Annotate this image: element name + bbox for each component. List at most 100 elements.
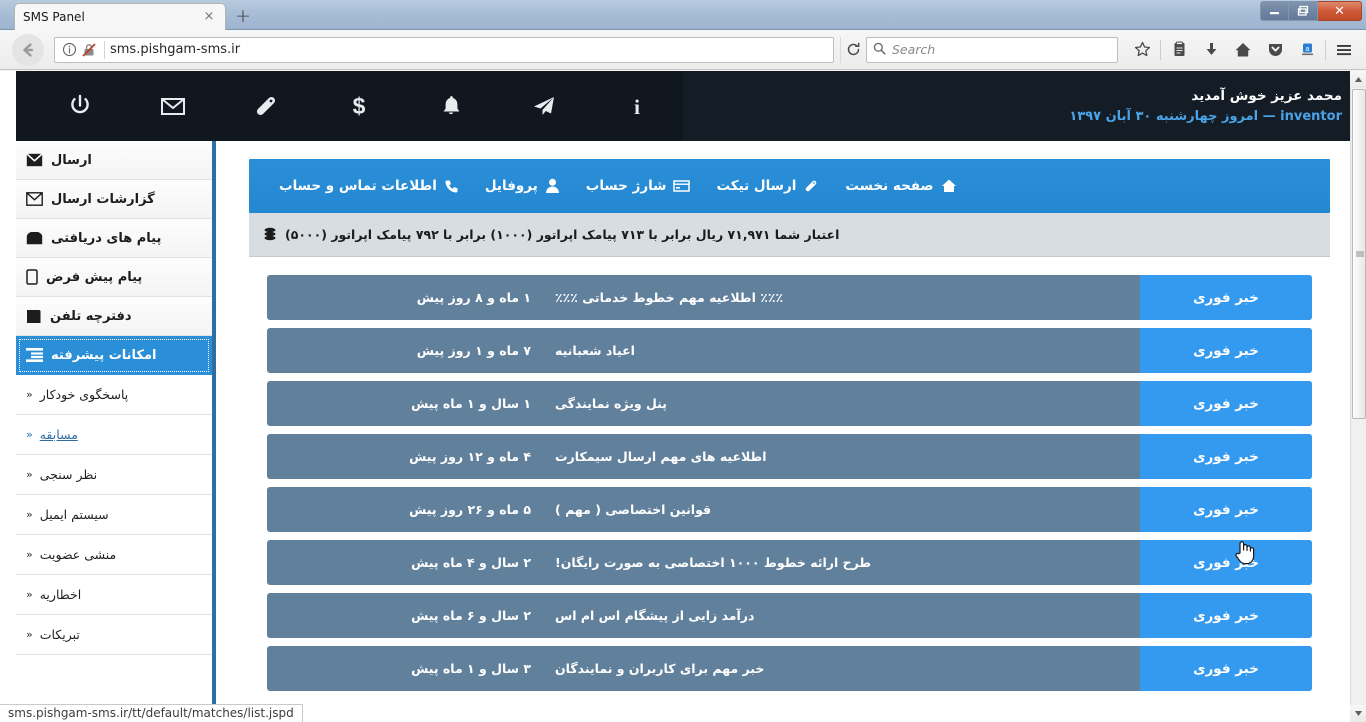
browser-window: SMS Panel × + ✕ sms.pishgam-sms.ir Searc…	[0, 0, 1366, 722]
dollar-icon[interactable]: $	[312, 71, 405, 141]
page-scrollbar[interactable]	[1350, 71, 1366, 722]
search-input[interactable]: Search	[866, 36, 1118, 63]
hamburger-menu-icon[interactable]	[1328, 35, 1360, 65]
sidebar-item-phonebook[interactable]: دفترچه تلفن	[16, 297, 212, 336]
chevron-left-icon: «	[26, 588, 33, 601]
scroll-up-arrow-icon[interactable]	[1350, 71, 1366, 88]
table-row[interactable]: خبر فوری ٪٪٪ اطلاعیه مهم خطوط خدماتی ٪٪٪…	[267, 275, 1312, 320]
chevron-left-icon: «	[26, 468, 33, 481]
ticket-icon[interactable]	[219, 71, 312, 141]
news-title: قوانین اختصاصی ( مهم )	[555, 502, 712, 517]
nav-item-label: شارژ حساب	[585, 178, 667, 194]
info-icon[interactable]: i	[590, 71, 683, 141]
account-icon[interactable]: a	[1291, 35, 1323, 65]
user-icon	[545, 178, 560, 194]
news-time: ۲ سال و ۶ ماه پیش	[411, 608, 531, 623]
sidebar-item-advanced-features[interactable]: امکانات پیشرفته	[16, 336, 212, 375]
browser-tab[interactable]: SMS Panel ×	[14, 3, 226, 30]
news-list: خبر فوری ٪٪٪ اطلاعیه مهم خطوط خدماتی ٪٪٪…	[249, 257, 1330, 691]
close-icon[interactable]: ×	[201, 9, 217, 25]
nav-item-contact[interactable]: اطلاعات تماس و حساب	[279, 178, 459, 194]
address-bar[interactable]: sms.pishgam-sms.ir	[54, 36, 834, 63]
news-title: ٪٪٪ اطلاعیه مهم خطوط خدماتی ٪٪٪	[555, 290, 784, 305]
url-text[interactable]: sms.pishgam-sms.ir	[110, 42, 829, 57]
table-row[interactable]: خبر فوری خبر مهم برای کاربران و نمایندگا…	[267, 646, 1312, 691]
news-title: پنل ویژه نمایندگی	[555, 396, 667, 411]
news-time: ۱ ماه و ۸ روز پیش	[416, 290, 531, 305]
table-row[interactable]: خبر فوری درآمد زایی از پیشگام اس ام اس ۲…	[267, 593, 1312, 638]
sidebar-item-label: پیام پیش فرض	[46, 269, 143, 285]
sidebar-subitem-label: مسابقه	[39, 427, 78, 442]
window-controls: ✕	[1260, 1, 1362, 21]
power-icon[interactable]	[34, 71, 127, 141]
nav-item-ticket[interactable]: ارسال تیکت	[716, 178, 819, 194]
info-circle-icon[interactable]	[59, 40, 79, 60]
status-badge: خبر فوری	[1140, 593, 1312, 638]
nav-item-charge[interactable]: شارژ حساب	[586, 178, 691, 194]
status-badge: خبر فوری	[1140, 381, 1312, 426]
sidebar-item-label: امکانات پیشرفته	[51, 347, 157, 363]
greeting-text: محمد عزیز خوش آمدید	[1191, 88, 1342, 104]
reload-button[interactable]	[840, 36, 866, 63]
maximize-button[interactable]	[1289, 1, 1318, 21]
sidebar: ارسال گزارشات ارسال پیام های دریافتی پیا…	[16, 141, 216, 722]
main-column: صفحه نخست ارسال تیکت شارژ حساب پروفایل ا…	[217, 141, 1366, 722]
nav-item-home[interactable]: صفحه نخست	[845, 178, 956, 194]
window-close-button[interactable]: ✕	[1318, 1, 1362, 21]
sidebar-item-label: پیام های دریافتی	[51, 230, 162, 246]
broken-lock-icon[interactable]	[79, 40, 99, 60]
back-arrow-icon[interactable]	[12, 33, 44, 66]
envelope-outline-icon	[26, 192, 43, 206]
sidebar-item-send-reports[interactable]: گزارشات ارسال	[16, 180, 212, 219]
sidebar-subitem-contest[interactable]: مسابقه «	[16, 415, 212, 455]
nav-item-label: اطلاعات تماس و حساب	[279, 178, 437, 194]
home-icon	[941, 178, 957, 194]
sidebar-item-send[interactable]: ارسال	[16, 141, 212, 180]
paper-plane-icon[interactable]	[498, 71, 591, 141]
toolbar-icons: a	[1126, 35, 1360, 65]
page-viewport: $ i محمد عزیز خوش آمدید inventor — امروز…	[0, 71, 1366, 722]
sidebar-subitem-email-system[interactable]: سیستم ایمیل «	[16, 495, 212, 535]
main-inner: صفحه نخست ارسال تیکت شارژ حساب پروفایل ا…	[249, 159, 1330, 691]
sidebar-subitem-label: پاسخگوی خودکار	[39, 387, 129, 402]
sidebar-item-label: دفترچه تلفن	[50, 308, 132, 324]
news-time: ۱ سال و ۱ ماه پیش	[411, 396, 531, 411]
sidebar-item-received-messages[interactable]: پیام های دریافتی	[16, 219, 212, 258]
sidebar-subitem-congratulations[interactable]: تبریکات «	[16, 615, 212, 655]
nav-item-profile[interactable]: پروفایل	[485, 178, 560, 194]
credit-bar: اعتبار شما ۷۱,۹۷۱ ریال برابر با ۷۱۳ پیام…	[249, 213, 1330, 257]
bell-icon[interactable]	[405, 71, 498, 141]
sidebar-subitem-label: سیستم ایمیل	[39, 507, 109, 522]
sidebar-item-label: ارسال	[51, 152, 92, 168]
credit-text: اعتبار شما ۷۱,۹۷۱ ریال برابر با ۷۱۳ پیام…	[285, 227, 840, 242]
news-title: اطلاعیه های مهم ارسال سیمکارت	[555, 449, 767, 464]
envelope-icon[interactable]	[127, 71, 220, 141]
status-badge: خبر فوری	[1140, 275, 1312, 320]
table-row[interactable]: خبر فوری پنل ویژه نمایندگی ۱ سال و ۱ ماه…	[267, 381, 1312, 426]
sidebar-item-default-message[interactable]: پیام پیش فرض	[16, 258, 212, 297]
new-tab-button[interactable]: +	[232, 6, 254, 28]
news-time: ۲ سال و ۴ ماه پیش	[411, 555, 531, 570]
sidebar-subitem-label: تبریکات	[39, 627, 80, 642]
table-row[interactable]: خبر فوری قوانین اختصاصی ( مهم ) ۵ ماه و …	[267, 487, 1312, 532]
page-content: $ i محمد عزیز خوش آمدید inventor — امروز…	[16, 71, 1366, 722]
table-row[interactable]: خبر فوری اعیاد شعبانیه ۷ ماه و ۱ روز پیش	[267, 328, 1312, 373]
sidebar-subitem-auto-reply[interactable]: پاسخگوی خودکار «	[16, 375, 212, 415]
download-icon[interactable]	[1195, 35, 1227, 65]
scrollbar-thumb[interactable]	[1352, 89, 1366, 419]
sidebar-subitem-label: منشی عضویت	[39, 547, 117, 562]
home-icon[interactable]	[1227, 35, 1259, 65]
pocket-shield-icon[interactable]	[1259, 35, 1291, 65]
table-row[interactable]: خبر فوری اطلاعیه های مهم ارسال سیمکارت ۴…	[267, 434, 1312, 479]
bookmark-star-icon[interactable]	[1126, 35, 1158, 65]
sidebar-subitem-notice[interactable]: اخطاریه «	[16, 575, 212, 615]
ticket-icon	[803, 178, 819, 194]
minimize-button[interactable]	[1260, 1, 1289, 21]
table-row[interactable]: خبر فوری طرح ارائه خطوط ۱۰۰۰ اختصاصی به …	[267, 540, 1312, 585]
inbox-icon	[26, 231, 43, 245]
scrollbar-grip	[1356, 251, 1364, 258]
sidebar-subitem-survey[interactable]: نظر سنجی «	[16, 455, 212, 495]
library-icon[interactable]	[1163, 35, 1195, 65]
sidebar-subitem-membership[interactable]: منشی عضویت «	[16, 535, 212, 575]
scroll-down-arrow-icon[interactable]	[1350, 705, 1366, 722]
